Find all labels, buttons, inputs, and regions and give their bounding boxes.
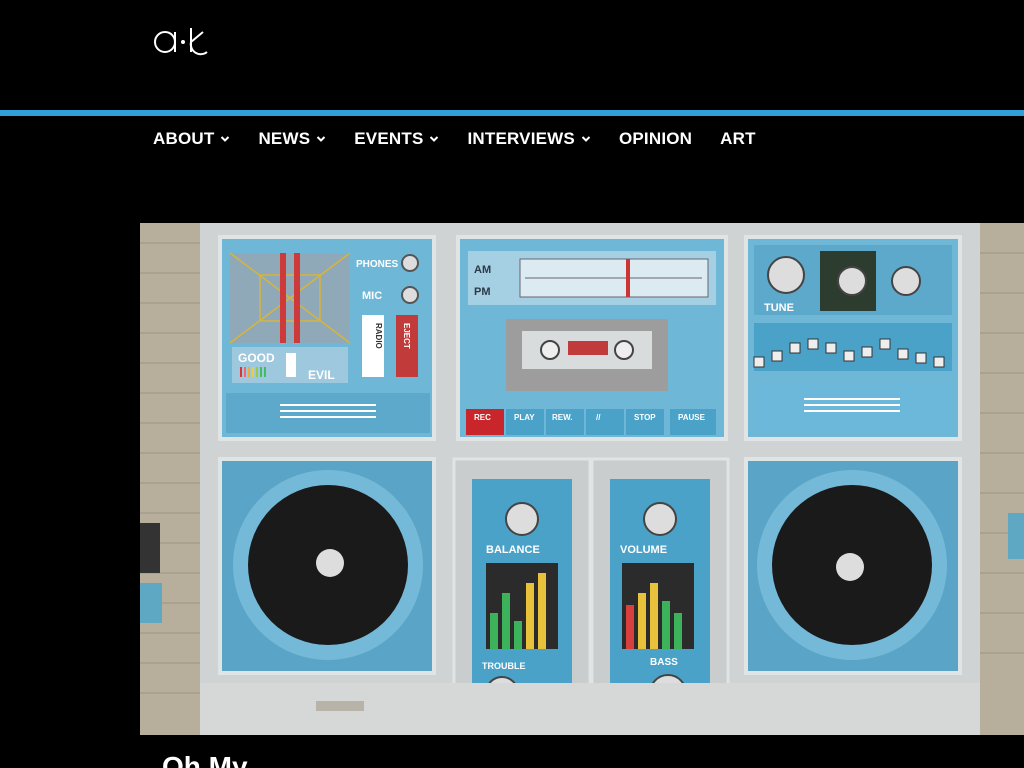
svg-text:BASS: BASS: [650, 657, 678, 668]
chevron-down-icon: [221, 136, 230, 142]
nav-item-opinion[interactable]: OPINION: [619, 129, 692, 149]
nav-label: OPINION: [618, 129, 693, 148]
nav-item-about[interactable]: ABOUT: [153, 129, 230, 149]
svg-text:MIC: MIC: [362, 290, 382, 302]
article-title-peek[interactable]: Oh My...: [162, 752, 922, 768]
svg-text:PHONES: PHONES: [356, 259, 399, 270]
svg-text:EJECT: EJECT: [402, 323, 411, 349]
svg-text:REW.: REW.: [552, 413, 572, 422]
nav-item-art[interactable]: ART: [720, 129, 756, 149]
svg-text:AM: AM: [474, 264, 491, 276]
svg-text:TROUBLE: TROUBLE: [482, 661, 526, 671]
nav-label: INTERVIEWS: [467, 129, 575, 148]
site-header: [0, 0, 1024, 110]
hero-image[interactable]: GOOD EVIL PHONES MIC RADIO EJECT AM PM R…: [140, 223, 1024, 735]
nav-item-interviews[interactable]: INTERVIEWS: [467, 129, 591, 149]
nav-item-events[interactable]: EVENTS: [354, 129, 439, 149]
svg-text:RADIO: RADIO: [374, 323, 383, 349]
svg-text:PAUSE: PAUSE: [678, 413, 706, 422]
chevron-down-icon: [430, 136, 439, 142]
main-navigation: ABOUT NEWS EVENTS INTERVIEWS OPINION ART: [153, 116, 784, 162]
chevron-down-icon: [317, 136, 326, 142]
nav-label: ABOUT: [153, 129, 215, 148]
boombox-mural-illustration: GOOD EVIL PHONES MIC RADIO EJECT AM PM R…: [140, 223, 1024, 735]
svg-text:PM: PM: [474, 286, 491, 298]
nav-label: EVENTS: [354, 129, 424, 148]
svg-text:BALANCE: BALANCE: [486, 544, 540, 556]
site-logo[interactable]: [153, 24, 213, 58]
nav-item-news[interactable]: NEWS: [258, 129, 326, 149]
svg-text:PLAY: PLAY: [514, 413, 535, 422]
chevron-down-icon: [581, 136, 591, 142]
nav-label: ART: [720, 129, 756, 148]
svg-text:STOP: STOP: [634, 413, 656, 422]
nav-label: NEWS: [258, 129, 311, 148]
svg-text:REC: REC: [474, 413, 491, 422]
logo-icon: [154, 28, 208, 56]
article-title: Oh My...: [162, 752, 269, 768]
svg-text:VOLUME: VOLUME: [620, 544, 667, 556]
svg-text:TUNE: TUNE: [764, 302, 794, 314]
svg-text:EVIL: EVIL: [308, 368, 335, 382]
svg-text:GOOD: GOOD: [238, 351, 275, 365]
svg-text://: //: [596, 413, 601, 422]
